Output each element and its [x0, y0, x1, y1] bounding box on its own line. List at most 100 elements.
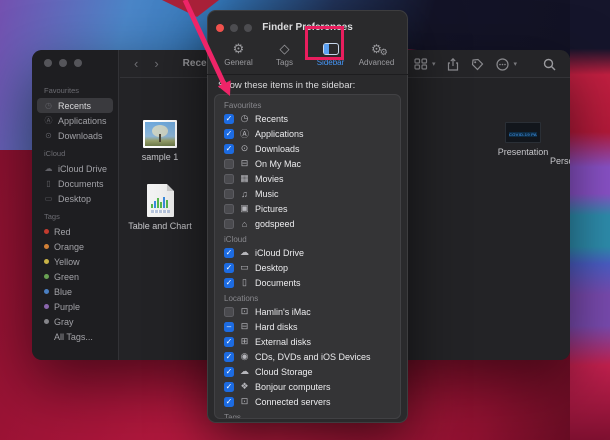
checked-checkbox[interactable]: ✓ — [224, 382, 234, 392]
downloads-icon: ⊙ — [239, 143, 250, 154]
sidebar-item-label: Desktop — [58, 194, 91, 204]
unchecked-checkbox[interactable] — [224, 159, 234, 169]
checked-checkbox[interactable]: ✓ — [224, 367, 234, 377]
tag-dot — [44, 244, 49, 249]
sidebar-item-downloads[interactable]: ⊙ Downloads — [37, 128, 113, 143]
applications-icon: Ⓐ — [239, 127, 250, 140]
finder-traffic-lights[interactable] — [44, 59, 82, 67]
sidebar-pref-row: ✓⊡Connected servers — [224, 394, 400, 409]
file-name: Table and Chart — [125, 221, 195, 231]
mac-folder-icon: ⊟ — [239, 158, 250, 169]
server-icon: ⊡ — [239, 396, 250, 407]
search-icon[interactable] — [543, 58, 556, 71]
chevron-down-icon[interactable]: ▾ — [432, 60, 436, 68]
sidebar-item-orange[interactable]: Orange — [37, 239, 113, 254]
mixed-checkbox[interactable]: – — [224, 322, 234, 332]
unchecked-checkbox[interactable] — [224, 174, 234, 184]
sidebar-item-icloud-drive[interactable]: ☁iCloud Drive — [37, 161, 113, 176]
external-disk-icon: ⊞ — [239, 336, 250, 347]
finder-toolbar-icons: ▾ ▾ — [414, 50, 556, 78]
sidebar-item-applications[interactable]: ⒶApplications — [37, 113, 113, 128]
cloud-icon: ☁ — [44, 164, 53, 173]
section-label: Tags — [224, 411, 400, 419]
sidebar-item-documents[interactable]: ▯ Documents — [37, 176, 113, 191]
checked-checkbox[interactable]: ✓ — [224, 263, 234, 273]
cloud-icon: ☁ — [239, 247, 250, 258]
imac-icon: ⊡ — [239, 306, 250, 317]
tab-label: General — [224, 58, 252, 67]
unchecked-checkbox[interactable] — [224, 219, 234, 229]
view-grid-icon[interactable] — [414, 58, 428, 70]
file-item[interactable]: Personal Savings — [550, 118, 570, 166]
tag-icon[interactable] — [471, 58, 484, 71]
music-icon: ♫ — [239, 189, 250, 199]
sidebar-item-green[interactable]: Green — [37, 269, 113, 284]
sidebar-item-label: Orange — [54, 242, 84, 252]
back-forward-buttons[interactable]: ‹› — [134, 56, 175, 71]
unchecked-checkbox[interactable] — [224, 189, 234, 199]
downloads-icon: ⊙ — [44, 131, 53, 140]
sidebar-item-label: Documents — [58, 179, 104, 189]
movies-icon: ▦ — [239, 173, 250, 184]
checked-checkbox[interactable]: ✓ — [224, 144, 234, 154]
sidebar-pref-row: ✓▯Documents — [224, 275, 400, 290]
sidebar-pref-row: ▣Pictures — [224, 201, 400, 216]
file-name: Presentation — [488, 147, 558, 157]
document-icon: ▯ — [44, 179, 53, 188]
sidebar-pref-row: ✓⊙Downloads — [224, 141, 400, 156]
sidebar-item-label: Yellow — [54, 257, 80, 267]
sidebar-item-label: Downloads — [58, 131, 103, 141]
tab-label: Advanced — [359, 58, 395, 67]
minimize-button[interactable] — [59, 59, 67, 67]
sidebar-item-red[interactable]: Red — [37, 224, 113, 239]
file-item[interactable]: COVID-19 PANDEMICPresentation — [488, 122, 558, 157]
sidebar-item-label: Recents — [58, 101, 91, 111]
share-icon[interactable] — [447, 58, 459, 71]
tab-sidebar[interactable]: Sidebar — [311, 37, 351, 74]
sidebar-item-all-tags-[interactable]: All Tags... — [37, 329, 113, 344]
zoom-button[interactable] — [74, 59, 82, 67]
tab-general[interactable]: ⚙General — [219, 37, 259, 74]
tag-dot — [44, 319, 49, 324]
checked-checkbox[interactable]: ✓ — [224, 397, 234, 407]
checked-checkbox[interactable]: ✓ — [224, 248, 234, 258]
item-label: Movies — [255, 174, 284, 184]
tab-label: Sidebar — [317, 58, 345, 67]
sidebar-item-recents[interactable]: ◷Recents — [37, 98, 113, 113]
item-label: External disks — [255, 337, 311, 347]
desktop-icon: ▭ — [44, 194, 53, 203]
desktop: Favourites◷RecentsⒶApplications ⊙ Download… — [0, 0, 610, 440]
file-item[interactable]: sample 1 — [125, 120, 195, 162]
sidebar-item-desktop[interactable]: ▭ Desktop — [37, 191, 113, 206]
finder-preferences-window[interactable]: Finder Preferences ⚙General◇Tags Sidebar ⚙… — [207, 10, 408, 423]
checked-checkbox[interactable]: ✓ — [224, 129, 234, 139]
sidebar-item-purple[interactable]: Purple — [37, 299, 113, 314]
tab-label: Tags — [276, 58, 293, 67]
close-button[interactable] — [44, 59, 52, 67]
tag-dot — [44, 229, 49, 234]
chevron-down-icon[interactable]: ▾ — [513, 60, 517, 68]
tab-tags[interactable]: ◇Tags — [265, 37, 305, 74]
checked-checkbox[interactable]: ✓ — [224, 337, 234, 347]
unchecked-checkbox[interactable] — [224, 204, 234, 214]
tag-dot — [44, 259, 49, 264]
sidebar-section-label: Favourites — [32, 80, 118, 98]
sidebar-icon — [323, 40, 339, 57]
sidebar-item-gray[interactable]: Gray — [37, 314, 113, 329]
unchecked-checkbox[interactable] — [224, 307, 234, 317]
sidebar-pref-row: ✓☁iCloud Drive — [224, 245, 400, 260]
more-icon[interactable] — [496, 58, 509, 71]
sidebar-pref-row: ✓❖Bonjour computers — [224, 379, 400, 394]
sidebar-item-label: Green — [54, 272, 79, 282]
sidebar-pref-row: ✓▭Desktop — [224, 260, 400, 275]
checked-checkbox[interactable]: ✓ — [224, 352, 234, 362]
file-name: Personal Savings — [550, 156, 570, 166]
wallpaper-right-waves — [570, 0, 610, 440]
sidebar-item-blue[interactable]: Blue — [37, 284, 113, 299]
prefs-window-title: Finder Preferences — [207, 22, 408, 33]
sidebar-item-yellow[interactable]: Yellow — [37, 254, 113, 269]
tab-advanced[interactable]: ⚙⚙Advanced — [357, 37, 397, 74]
checked-checkbox[interactable]: ✓ — [224, 114, 234, 124]
file-item[interactable]: Table and Chart — [125, 184, 195, 231]
checked-checkbox[interactable]: ✓ — [224, 278, 234, 288]
